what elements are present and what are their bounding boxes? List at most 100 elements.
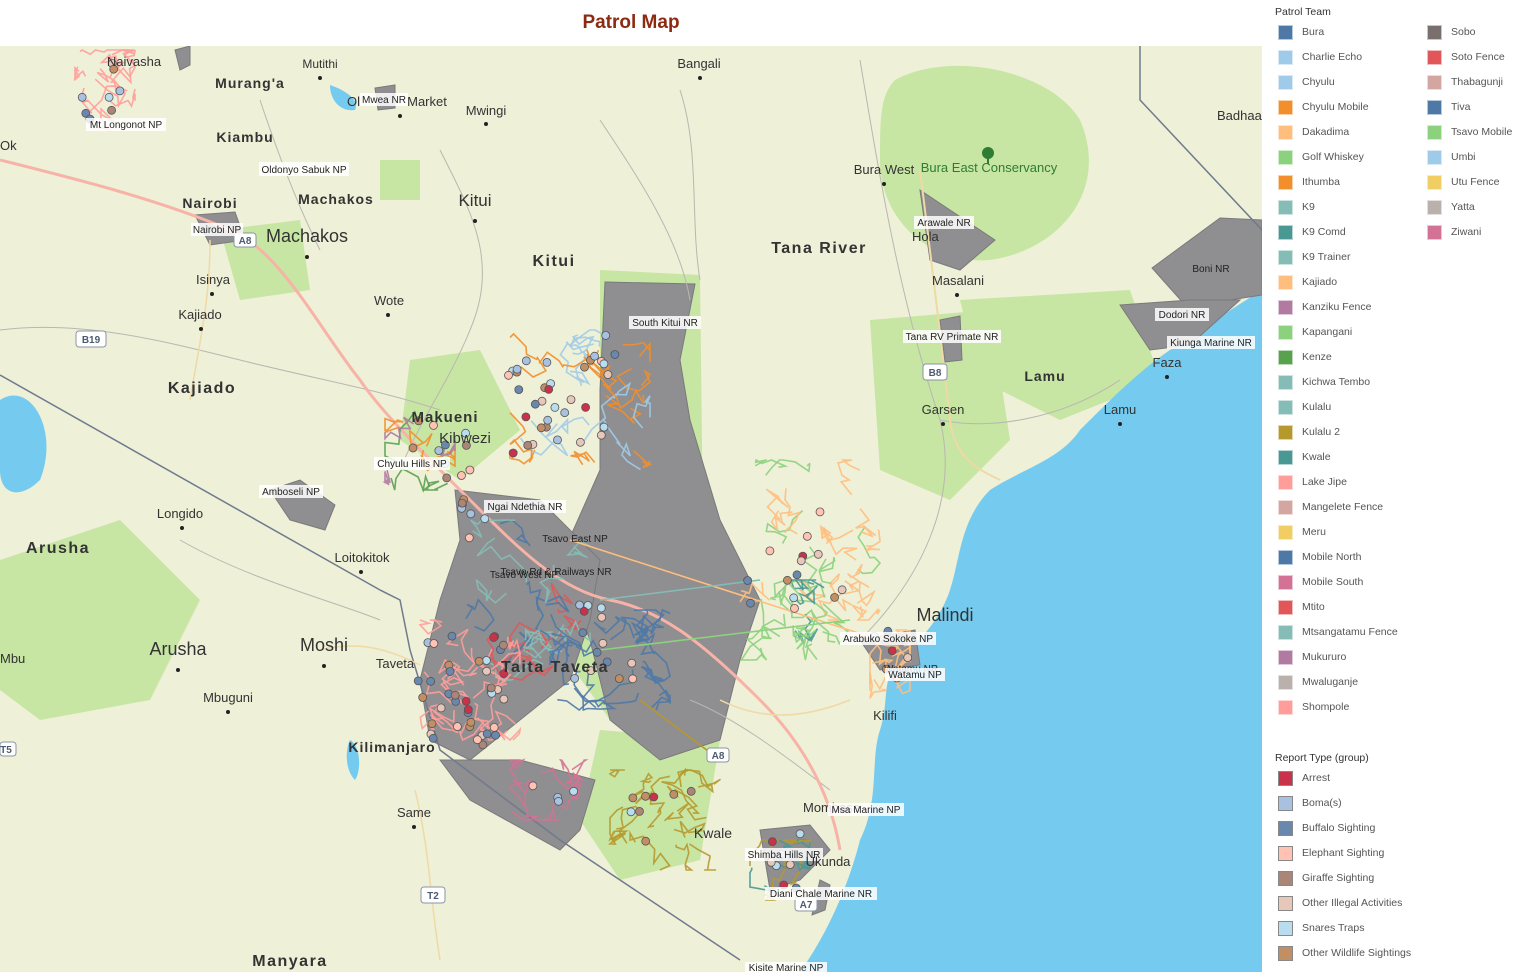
report-point[interactable] <box>550 402 560 412</box>
legend-item-patrol-team[interactable]: K9 Trainer <box>1278 248 1350 266</box>
report-point[interactable] <box>482 729 492 739</box>
report-point[interactable] <box>553 435 562 445</box>
report-point[interactable] <box>576 437 585 447</box>
report-point[interactable] <box>601 330 611 340</box>
legend-item-patrol-team[interactable]: Kichwa Tembo <box>1278 373 1370 391</box>
report-point[interactable] <box>599 359 609 369</box>
report-point[interactable] <box>436 703 446 713</box>
legend-item-patrol-team[interactable]: Sobo <box>1427 23 1476 41</box>
report-point[interactable] <box>544 384 554 394</box>
report-point[interactable] <box>418 693 428 702</box>
report-point[interactable] <box>528 781 538 791</box>
report-point[interactable] <box>482 656 491 665</box>
report-point[interactable] <box>536 423 546 433</box>
legend-item-patrol-team[interactable]: Golf Whiskey <box>1278 148 1364 166</box>
report-point[interactable] <box>472 735 482 745</box>
report-point[interactable] <box>592 647 602 657</box>
legend-item-patrol-team[interactable]: Chyulu <box>1278 73 1335 91</box>
report-point[interactable] <box>466 509 476 519</box>
report-point[interactable] <box>543 415 553 425</box>
legend-item-report-type[interactable]: Arrest <box>1278 769 1330 787</box>
report-point[interactable] <box>614 674 624 683</box>
legend-item-patrol-team[interactable]: Mobile North <box>1278 548 1362 566</box>
report-point[interactable] <box>480 514 490 524</box>
report-point[interactable] <box>434 446 444 456</box>
report-point[interactable] <box>795 829 805 839</box>
report-point[interactable] <box>508 448 518 458</box>
report-point[interactable] <box>790 604 799 613</box>
report-point[interactable] <box>447 631 457 641</box>
report-point[interactable] <box>649 792 659 802</box>
report-point[interactable] <box>429 639 439 648</box>
legend-item-patrol-team[interactable]: Utu Fence <box>1427 173 1499 191</box>
legend-item-patrol-team[interactable]: Thabagunji <box>1427 73 1503 91</box>
report-point[interactable] <box>578 628 588 638</box>
legend-item-report-type[interactable]: Other Wildlife Sightings <box>1278 944 1411 962</box>
report-point[interactable] <box>442 473 452 483</box>
report-point[interactable] <box>597 612 607 622</box>
legend-item-patrol-team[interactable]: Yatta <box>1427 198 1475 216</box>
legend-item-patrol-team[interactable]: Shompole <box>1278 698 1349 716</box>
report-point[interactable] <box>499 694 509 704</box>
legend-item-patrol-team[interactable]: Mtito <box>1278 598 1325 616</box>
report-point[interactable] <box>474 656 484 666</box>
report-point[interactable] <box>813 549 823 559</box>
legend-item-patrol-team[interactable]: K9 Comd <box>1278 223 1346 241</box>
report-point[interactable] <box>491 730 500 740</box>
report-point[interactable] <box>465 465 475 475</box>
legend-item-patrol-team[interactable]: Bura <box>1278 23 1324 41</box>
report-point[interactable] <box>596 603 606 613</box>
report-point[interactable] <box>590 351 599 361</box>
legend-item-patrol-team[interactable]: K9 <box>1278 198 1315 216</box>
report-point[interactable] <box>450 690 460 700</box>
report-point[interactable] <box>628 793 638 803</box>
report-point[interactable] <box>596 430 606 440</box>
report-point[interactable] <box>641 791 650 801</box>
legend-item-patrol-team[interactable]: Kulalu 2 <box>1278 423 1340 441</box>
report-point[interactable] <box>768 837 777 846</box>
legend-item-patrol-team[interactable]: Kulalu <box>1278 398 1331 416</box>
report-point[interactable] <box>408 443 418 453</box>
report-point[interactable] <box>641 836 651 846</box>
report-point[interactable] <box>413 676 423 686</box>
report-point[interactable] <box>554 796 563 806</box>
report-point[interactable] <box>461 696 471 706</box>
legend-item-report-type[interactable]: Boma(s) <box>1278 794 1342 812</box>
report-point[interactable] <box>815 507 825 517</box>
report-point[interactable] <box>115 86 125 96</box>
report-point[interactable] <box>530 399 540 409</box>
map-svg[interactable]: B19 A8 B8 T2 A7 A8 T5 Mutithi Murang'a B… <box>0 46 1262 972</box>
report-point[interactable] <box>560 408 570 418</box>
legend-item-patrol-team[interactable]: Soto Fence <box>1427 48 1505 66</box>
report-point[interactable] <box>512 364 522 374</box>
report-point[interactable] <box>626 807 636 817</box>
report-point[interactable] <box>566 395 576 405</box>
legend-item-patrol-team[interactable]: Mwaluganje <box>1278 673 1358 691</box>
report-point[interactable] <box>765 546 775 556</box>
report-point[interactable] <box>457 471 466 480</box>
report-point[interactable] <box>802 531 812 541</box>
report-point[interactable] <box>463 705 473 714</box>
report-point[interactable] <box>107 105 116 115</box>
report-point[interactable] <box>521 356 531 366</box>
report-point[interactable] <box>457 498 467 508</box>
report-point[interactable] <box>746 598 755 608</box>
legend-item-patrol-team[interactable]: Charlie Echo <box>1278 48 1362 66</box>
report-point[interactable] <box>783 575 792 585</box>
report-point[interactable] <box>452 722 462 731</box>
legend-item-patrol-team[interactable]: Lake Jipe <box>1278 473 1347 491</box>
report-point[interactable] <box>426 676 436 686</box>
report-point[interactable] <box>580 362 589 372</box>
legend-item-report-type[interactable]: Elephant Sighting <box>1278 844 1384 862</box>
report-point[interactable] <box>489 723 499 732</box>
legend-item-patrol-team[interactable]: Kenze <box>1278 348 1332 366</box>
report-point[interactable] <box>628 674 638 684</box>
legend-item-patrol-team[interactable]: Ithumba <box>1278 173 1340 191</box>
legend-item-patrol-team[interactable]: Kajiado <box>1278 273 1337 291</box>
report-point[interactable] <box>792 570 802 580</box>
legend-item-report-type[interactable]: Giraffe Sighting <box>1278 869 1374 887</box>
report-point[interactable] <box>464 533 474 543</box>
report-point[interactable] <box>599 422 609 432</box>
report-point[interactable] <box>542 357 552 367</box>
report-point[interactable] <box>887 646 897 656</box>
